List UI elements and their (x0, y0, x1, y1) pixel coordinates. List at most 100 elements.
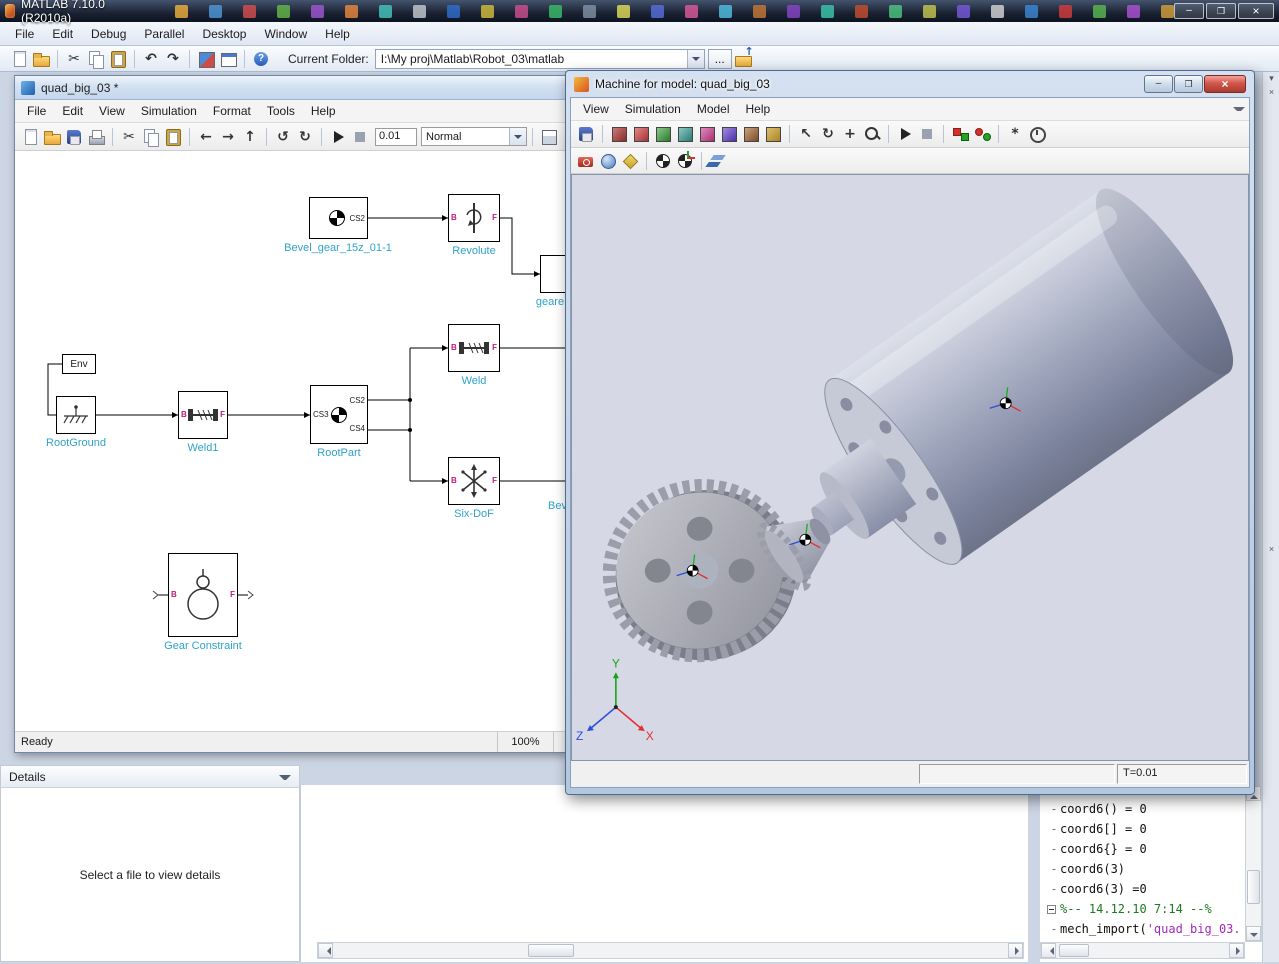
block-weld[interactable]: B F (448, 324, 500, 372)
scroll-down-button[interactable] (1246, 926, 1261, 941)
block-env[interactable]: Env (62, 354, 96, 374)
help-icon[interactable] (251, 49, 271, 69)
up-folder-button[interactable] (733, 49, 753, 69)
history-entry[interactable]: coord6() = 0 (1048, 799, 1262, 819)
cursor-icon[interactable]: ↖ (796, 124, 816, 144)
mc-menu-view[interactable]: View (575, 99, 617, 119)
sl-menu-help[interactable]: Help (303, 101, 344, 121)
save-model-icon[interactable] (64, 127, 84, 147)
redo-icon[interactable]: ↷ (163, 49, 183, 69)
scroll-right-button[interactable] (1229, 943, 1244, 958)
scroll-right-button[interactable] (1008, 943, 1023, 958)
guide-icon[interactable] (218, 49, 238, 69)
combo-dropdown-icon[interactable] (687, 50, 704, 68)
close-strip-icon[interactable] (1265, 543, 1278, 556)
combo-dropdown-icon[interactable] (509, 128, 526, 145)
start-simulation-icon[interactable] (895, 124, 915, 144)
scroll-thumb[interactable] (1247, 870, 1260, 904)
clock-icon[interactable] (1027, 124, 1047, 144)
sl-menu-file[interactable]: File (19, 101, 54, 121)
history-entry[interactable]: coord6[] = 0 (1048, 819, 1262, 839)
block-rootground[interactable] (56, 396, 96, 434)
mc-menu-model[interactable]: Model (689, 99, 738, 119)
sl-menu-simulation[interactable]: Simulation (133, 101, 205, 121)
files-area[interactable] (300, 785, 1028, 962)
pan-icon[interactable]: + (840, 124, 860, 144)
forward-icon[interactable]: → (218, 127, 238, 147)
menu-file[interactable]: File (6, 24, 43, 44)
simulink-icon[interactable] (196, 49, 216, 69)
history-entry[interactable]: coord6(3) (1048, 859, 1262, 879)
block-weld1[interactable]: B F (178, 391, 228, 439)
menu-window[interactable]: Window (255, 24, 316, 44)
scroll-left-button[interactable] (318, 943, 333, 958)
sl-menu-tools[interactable]: Tools (259, 101, 303, 121)
close-panel-icon[interactable] (1265, 86, 1278, 99)
up-dir-icon[interactable]: ↑ (240, 127, 260, 147)
cube-8-icon[interactable] (763, 124, 783, 144)
block-bevel-gear[interactable]: CS2 (309, 197, 368, 239)
menu-debug[interactable]: Debug (82, 24, 135, 44)
cg-axes-icon[interactable] (675, 151, 695, 171)
block-revolute[interactable]: B F (448, 194, 500, 242)
v-scrollbar[interactable] (1245, 785, 1262, 942)
scroll-thumb[interactable] (1059, 944, 1089, 957)
scroll-thumb[interactable] (528, 944, 574, 957)
paste-icon[interactable] (108, 49, 128, 69)
cube-1-icon[interactable] (609, 124, 629, 144)
stop-simulation-icon[interactable] (917, 124, 937, 144)
simulink-title-bar[interactable]: quad_big_03 * (15, 76, 565, 100)
save-icon[interactable] (576, 124, 596, 144)
menu-overflow-icon[interactable] (1233, 103, 1245, 115)
cut-icon[interactable]: ✂ (119, 127, 139, 147)
redo-rotate-icon[interactable]: ↻ (295, 127, 315, 147)
model-canvas[interactable]: Env RootGround B (15, 151, 565, 731)
new-model-icon[interactable] (20, 127, 40, 147)
block-gear-constraint[interactable]: B F (168, 553, 238, 637)
cg-ball-icon[interactable] (653, 151, 673, 171)
block-partial-hidden[interactable] (540, 255, 565, 293)
close-button[interactable] (1238, 3, 1274, 19)
close-button[interactable] (1204, 75, 1246, 93)
start-simulation-icon[interactable] (328, 127, 348, 147)
cube-7-icon[interactable] (741, 124, 761, 144)
undo-rotate-icon[interactable]: ↺ (273, 127, 293, 147)
cut-icon[interactable]: ✂ (64, 49, 84, 69)
history-timestamp-entry[interactable]: %-- 14.12.10 7:14 --% (1048, 899, 1262, 919)
history-entry[interactable]: coord6(3) =0 (1048, 879, 1262, 899)
open-file-icon[interactable] (31, 49, 51, 69)
collapse-chevron-icon[interactable] (279, 771, 291, 783)
print-icon[interactable] (86, 127, 106, 147)
new-script-icon[interactable] (9, 49, 29, 69)
layers-icon[interactable] (708, 151, 728, 171)
scroll-left-button[interactable] (1041, 943, 1056, 958)
simulation-mode-select[interactable]: Normal (421, 127, 527, 146)
menu-edit[interactable]: Edit (43, 24, 82, 44)
back-icon[interactable]: ← (196, 127, 216, 147)
open-model-icon[interactable] (42, 127, 62, 147)
marker-pair-2-icon[interactable] (972, 124, 992, 144)
maximize-button[interactable] (1174, 75, 1203, 93)
copy-icon[interactable] (141, 127, 161, 147)
star-icon[interactable]: * (1005, 124, 1025, 144)
menu-help[interactable]: Help (316, 24, 359, 44)
menu-parallel[interactable]: Parallel (135, 24, 193, 44)
cube-5-icon[interactable] (697, 124, 717, 144)
browse-button[interactable]: ... (708, 49, 732, 69)
cube-6-icon[interactable] (719, 124, 739, 144)
machine-3d-viewport[interactable]: Y X Z (571, 174, 1249, 761)
h-scrollbar[interactable] (317, 942, 1024, 959)
dock-icon[interactable] (1265, 72, 1278, 85)
mc-menu-help[interactable]: Help (738, 99, 779, 119)
tag-icon[interactable] (620, 151, 640, 171)
h-scrollbar[interactable] (1040, 942, 1245, 959)
command-history-panel[interactable]: coord6() = 0 coord6[] = 0 coord6{} = 0 c… (1040, 785, 1262, 962)
block-rootpart[interactable]: CS3 CS2 CS4 (310, 385, 368, 444)
undo-icon[interactable]: ↶ (141, 49, 161, 69)
sphere-icon[interactable] (598, 151, 618, 171)
camera-icon[interactable] (576, 151, 596, 171)
cube-3-icon[interactable] (653, 124, 673, 144)
orbit-icon[interactable]: ↻ (818, 124, 838, 144)
details-header[interactable]: Details (1, 766, 299, 788)
cube-2-icon[interactable] (631, 124, 651, 144)
